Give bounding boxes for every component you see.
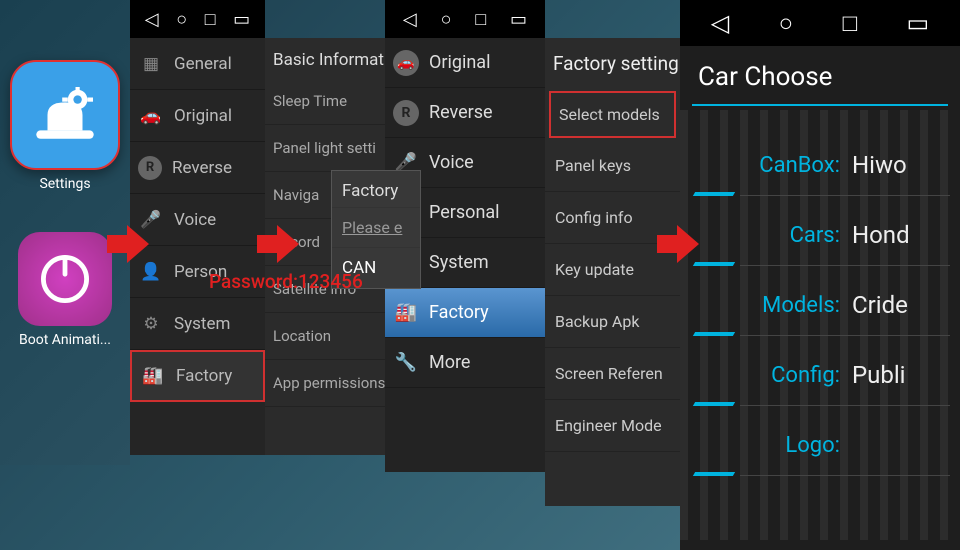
- android-navbar: ◁ ○ □ ▭: [385, 0, 545, 38]
- panel-title: Factory setting: [545, 38, 680, 89]
- password-hint-label: Password:123456: [209, 270, 363, 293]
- sidebar-item-label: Original: [174, 106, 232, 126]
- option-value: Publi: [852, 361, 906, 389]
- sidebar-item-label: Voice: [429, 152, 474, 173]
- option-config[interactable]: Config: Publi: [680, 340, 960, 410]
- screenshot-icon[interactable]: ▭: [510, 9, 527, 30]
- sidebar-item-label: Original: [429, 52, 490, 73]
- sidebar-item-label: General: [174, 54, 232, 74]
- screenshot-icon[interactable]: ▭: [233, 9, 250, 30]
- option-key: Config:: [700, 363, 840, 388]
- sidebar-item-label: System: [429, 252, 489, 273]
- back-icon[interactable]: ◁: [711, 9, 729, 37]
- car-icon: 🚗: [138, 103, 164, 129]
- row-backup-apk[interactable]: Backup Apk: [545, 296, 680, 348]
- page-title: Car Choose: [680, 46, 960, 104]
- recent-icon[interactable]: □: [843, 9, 858, 38]
- password-input[interactable]: Please e: [332, 207, 420, 248]
- row-sleep-time[interactable]: Sleep Time: [265, 78, 385, 125]
- home-icon[interactable]: ○: [779, 9, 794, 38]
- row-engineer-mode[interactable]: Engineer Mode: [545, 400, 680, 452]
- sidebar-item-factory[interactable]: 🏭 Factory: [130, 350, 265, 402]
- sidebar-item-factory[interactable]: 🏭 Factory: [385, 288, 545, 338]
- power-icon: [18, 232, 112, 326]
- app-settings[interactable]: Settings: [10, 60, 120, 192]
- sidebar-item-reverse[interactable]: R Reverse: [130, 142, 265, 194]
- reverse-icon: R: [138, 156, 162, 180]
- sidebar-item-label: Factory: [176, 366, 232, 386]
- dialog-title: Factory: [332, 171, 420, 207]
- row-panel-light[interactable]: Panel light setti: [265, 125, 385, 172]
- option-value: Hiwo: [852, 151, 907, 179]
- car-icon: 🚗: [393, 50, 419, 76]
- sidebar-item-original[interactable]: 🚗 Original: [130, 90, 265, 142]
- option-value: Hond: [852, 221, 910, 249]
- row-panel-keys[interactable]: Panel keys: [545, 140, 680, 192]
- app-boot-animation[interactable]: Boot Animati...: [10, 232, 120, 348]
- factory-setting-panel: Factory setting Select models Panel keys…: [545, 38, 680, 506]
- home-apps-panel: Settings Boot Animati...: [0, 0, 130, 465]
- gear-icon: ⚙: [138, 311, 164, 337]
- option-cars[interactable]: Cars: Hond: [680, 200, 960, 270]
- app-boot-label: Boot Animati...: [10, 332, 120, 348]
- settings-sidebar-1: ◁ ○ □ ▭ ▦ General 🚗 Original R Reverse 🎤Voi…: [130, 0, 265, 455]
- sidebar-item-voice[interactable]: 🎤Voice: [130, 194, 265, 246]
- option-key: CanBox:: [700, 153, 840, 178]
- reverse-icon: R: [393, 100, 419, 126]
- option-key: Models:: [700, 293, 840, 318]
- sidebar-item-original[interactable]: 🚗 Original: [385, 38, 545, 88]
- title-underline: [692, 104, 948, 106]
- home-icon[interactable]: ○: [176, 9, 187, 30]
- grid-icon: ▦: [138, 51, 164, 77]
- sidebar-item-label: Personal: [429, 202, 500, 223]
- row-location[interactable]: Location: [265, 313, 385, 360]
- option-key: Logo:: [700, 433, 840, 458]
- row-select-models[interactable]: Select models: [549, 91, 676, 138]
- option-canbox[interactable]: CanBox: Hiwo: [680, 130, 960, 200]
- app-settings-label: Settings: [10, 176, 120, 192]
- factory-icon: 🏭: [140, 363, 166, 389]
- factory-icon: 🏭: [393, 300, 419, 326]
- sidebar-item-label: Reverse: [172, 158, 232, 178]
- sidebar-item-label: Reverse: [429, 102, 493, 123]
- row-app-permissions[interactable]: App permissions: [265, 360, 385, 407]
- option-key: Cars:: [700, 223, 840, 248]
- sidebar-item-more[interactable]: 🔧 More: [385, 338, 545, 388]
- sidebar-item-label: More: [429, 352, 470, 373]
- android-navbar: ◁ ○ □ ▭: [130, 0, 265, 38]
- option-models[interactable]: Models: Cride: [680, 270, 960, 340]
- recent-icon[interactable]: □: [475, 9, 486, 30]
- back-icon[interactable]: ◁: [145, 9, 159, 30]
- back-icon[interactable]: ◁: [403, 9, 417, 30]
- recent-icon[interactable]: □: [205, 9, 216, 30]
- sidebar-item-label: System: [174, 314, 230, 334]
- sidebar-item-system[interactable]: ⚙ System: [130, 298, 265, 350]
- sidebar-item-general[interactable]: ▦ General: [130, 38, 265, 90]
- home-icon[interactable]: ○: [441, 9, 452, 30]
- screenshot-icon[interactable]: ▭: [907, 9, 930, 37]
- sidebar-item-label: Voice: [174, 210, 216, 230]
- settings-icon: [10, 60, 120, 170]
- option-logo[interactable]: Logo:: [680, 410, 960, 480]
- row-screen-reference[interactable]: Screen Referen: [545, 348, 680, 400]
- wrench-icon: 🔧: [393, 350, 419, 376]
- option-value: Cride: [852, 291, 908, 319]
- car-choose-panel: ◁ ○ □ ▭ Car Choose CanBox: Hiwo Cars: Hond…: [680, 0, 960, 550]
- android-navbar: ◁ ○ □ ▭: [680, 0, 960, 46]
- sidebar-item-reverse[interactable]: R Reverse: [385, 88, 545, 138]
- panel-title: Basic Informatio: [265, 38, 385, 78]
- sidebar-item-label: Factory: [429, 302, 489, 323]
